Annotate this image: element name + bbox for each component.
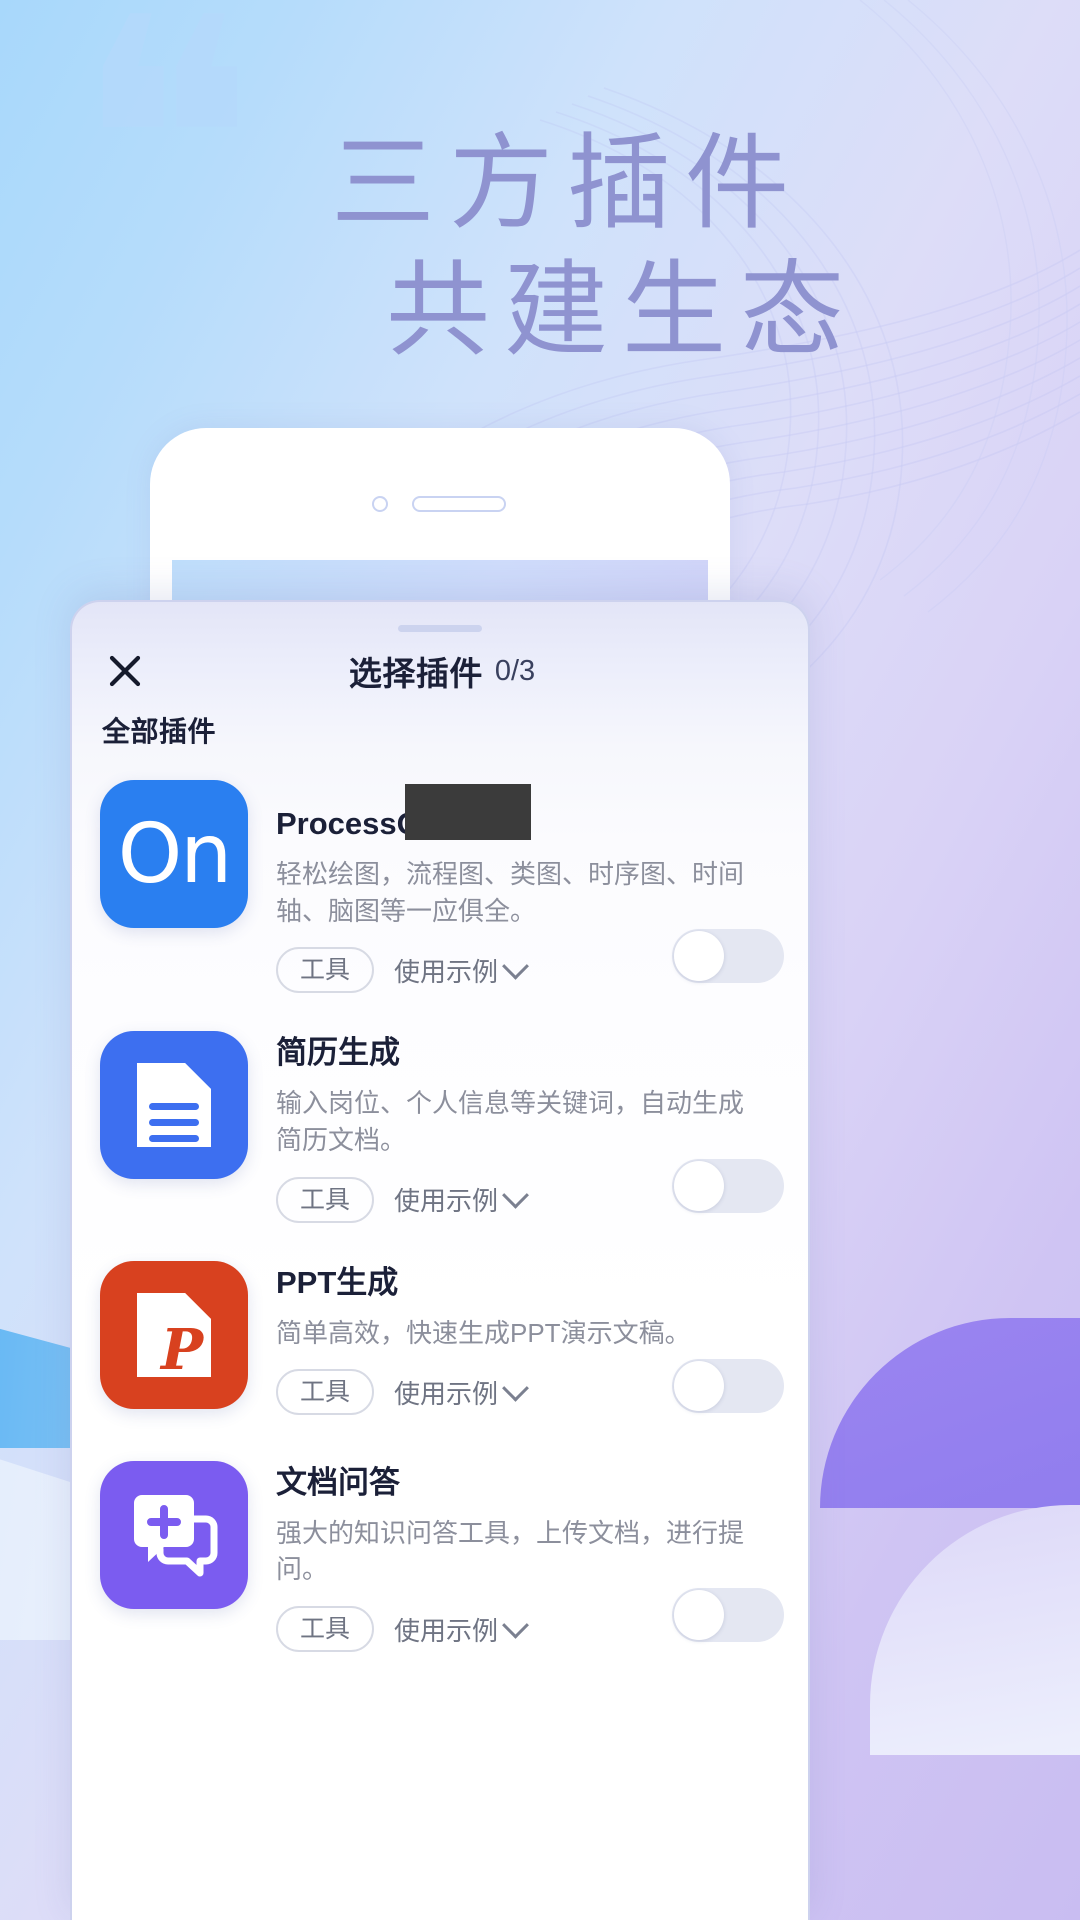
redaction-block — [404, 784, 531, 840]
plugin-title: PPT生成 — [276, 1264, 399, 1300]
toggle-knob — [674, 1590, 724, 1641]
banner-line-1: 三方插件 — [330, 122, 803, 244]
usage-example-label: 使用示例 — [394, 1186, 499, 1217]
plugin-description: 轻松绘图，流程图、类图、时序图、时间轴、脑图等一应俱全。 — [276, 858, 745, 926]
usage-example-link[interactable]: 使用示例 — [394, 1374, 529, 1411]
phone-camera-icon — [372, 496, 388, 512]
page-root: ❝ 三方插件 共建生态 选择插件 0/3 全部插件 On ProcessO 轻松… — [0, 0, 1080, 1920]
sheet-drag-handle[interactable] — [398, 625, 482, 632]
plugin-row[interactable]: 简历生成输入岗位、个人信息等关键词，自动生成简历文档。工具 使用示例 — [72, 1011, 808, 1240]
pale-purple-blob-decoration — [870, 1505, 1080, 1755]
toggle-knob — [674, 1360, 724, 1411]
plugin-row[interactable]: On ProcessO 轻松绘图，流程图、类图、时序图、时间轴、脑图等一应俱全。工具… — [72, 760, 808, 1011]
plugin-tag-chip: 工具 — [276, 1369, 375, 1416]
page-title: 选择插件 — [348, 655, 483, 692]
section-label-all-plugins: 全部插件 — [102, 716, 217, 747]
plugin-tag-chip: 工具 — [276, 947, 375, 994]
usage-example-label: 使用示例 — [394, 956, 499, 987]
banner-line-2: 共建生态 — [385, 248, 858, 371]
plugin-description: 强大的知识问答工具，上传文档，进行提问。 — [276, 1517, 745, 1585]
sheet-header: 选择插件 0/3 — [72, 638, 808, 704]
quote-mark-decoration: ❝ — [74, 0, 257, 342]
toggle-knob — [674, 1160, 724, 1211]
purple-blob-decoration — [820, 1318, 1080, 1508]
plugin-enable-toggle[interactable] — [672, 1358, 784, 1413]
selection-count: 0/3 — [494, 654, 536, 687]
chevron-down-icon — [502, 1611, 529, 1639]
powerpoint-file-icon: P — [100, 1260, 248, 1409]
plugin-enable-toggle[interactable] — [672, 1588, 784, 1643]
chevron-down-icon — [502, 1182, 529, 1210]
document-lines-icon — [100, 1031, 248, 1180]
plugin-picker-sheet: 选择插件 0/3 全部插件 On ProcessO 轻松绘图，流程图、类图、时序图、… — [70, 600, 810, 1920]
chevron-down-icon — [502, 1374, 529, 1402]
usage-example-link[interactable]: 使用示例 — [394, 952, 529, 989]
svg-text:P: P — [159, 1317, 205, 1383]
plugin-tag-chip: 工具 — [276, 1606, 375, 1653]
chat-bubble-plus-icon — [100, 1460, 248, 1609]
chevron-down-icon — [502, 952, 529, 980]
sheet-title-group: 选择插件 0/3 — [72, 638, 808, 704]
toggle-knob — [674, 931, 724, 982]
plugin-description: 简单高效，快速生成PPT演示文稿。 — [276, 1317, 691, 1348]
plugin-enable-toggle[interactable] — [672, 1158, 784, 1213]
plugin-tag-chip: 工具 — [276, 1176, 375, 1223]
plugin-row[interactable]: 文档问答强大的知识问答工具，上传文档，进行提问。工具 使用示例 — [72, 1441, 808, 1670]
phone-speaker-slot — [412, 496, 506, 512]
plugin-title: ProcessO — [276, 784, 531, 842]
usage-example-link[interactable]: 使用示例 — [394, 1181, 529, 1218]
usage-example-label: 使用示例 — [394, 1378, 499, 1409]
usage-example-label: 使用示例 — [394, 1615, 499, 1646]
processon-on-icon: On — [100, 780, 248, 928]
plugin-enable-toggle[interactable] — [672, 929, 784, 984]
plugin-row[interactable]: P PPT生成简单高效，快速生成PPT演示文稿。工具 使用示例 — [72, 1241, 808, 1441]
plugin-title: 简历生成 — [276, 1035, 400, 1071]
banner-headline: 三方插件 共建生态 — [0, 120, 1080, 374]
plugin-title: 文档问答 — [276, 1464, 400, 1500]
plugin-icon-glyph: On — [117, 806, 233, 902]
plugin-list[interactable]: On ProcessO 轻松绘图，流程图、类图、时序图、时间轴、脑图等一应俱全。工具… — [72, 760, 808, 1920]
usage-example-link[interactable]: 使用示例 — [394, 1611, 529, 1648]
plugin-description: 输入岗位、个人信息等关键词，自动生成简历文档。 — [276, 1088, 745, 1155]
